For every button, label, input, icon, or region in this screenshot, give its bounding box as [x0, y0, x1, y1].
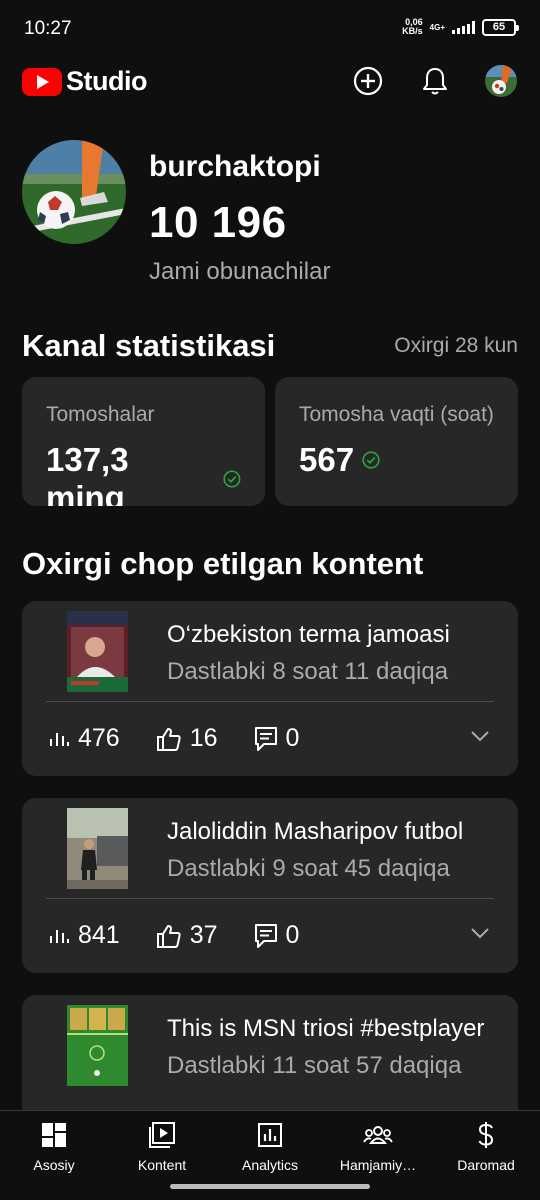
battery-level: 65	[492, 21, 506, 33]
stat-value: 137,3 ming	[46, 441, 129, 506]
channel-avatar[interactable]	[22, 140, 126, 244]
signal-icon	[452, 20, 475, 34]
dollar-icon	[478, 1122, 494, 1148]
nav-item-earn[interactable]: Daromad	[432, 1121, 540, 1173]
views-count: 476	[78, 724, 120, 752]
divider	[46, 898, 494, 899]
video-period: Dastlabki 8 soat 11 daqiqa	[167, 658, 449, 685]
nav-item-analytics[interactable]: Analytics	[216, 1121, 324, 1173]
video-thumbnail	[67, 808, 128, 889]
latest-content-title: Oxirgi chop etilgan kontent	[22, 546, 424, 581]
channel-name: burchaktopi	[149, 150, 321, 183]
nav-label: Daromad	[457, 1157, 515, 1173]
video-metrics: 841 37 0	[48, 921, 335, 950]
check-circle-icon	[223, 470, 241, 488]
video-title: O‘zbekiston terma jamoasi	[167, 621, 450, 648]
dashboard-icon	[42, 1123, 66, 1147]
views-bars-icon	[50, 929, 69, 943]
status-icons: 0,06 KB/s 4G+ 65	[402, 18, 519, 36]
comment-icon	[254, 923, 277, 948]
logo-text: Studio	[66, 66, 147, 96]
comments-metric: 0	[254, 921, 300, 950]
divider	[46, 701, 494, 702]
create-button[interactable]	[352, 65, 384, 97]
views-metric: 476	[48, 724, 120, 753]
stat-label: Tomoshalar	[46, 403, 155, 426]
account-avatar[interactable]	[485, 65, 517, 97]
views-bars-icon	[50, 732, 69, 746]
chevron-down-icon[interactable]	[470, 729, 490, 743]
video-period: Dastlabki 11 soat 57 daqiqa	[167, 1052, 462, 1079]
views-count: 841	[78, 921, 120, 949]
check-circle-icon	[362, 451, 380, 469]
comments-count: 0	[285, 921, 300, 949]
battery-icon: 65	[482, 18, 519, 36]
subscriber-label: Jami obunachilar	[149, 258, 331, 285]
stats-period: Oxirgi 28 kun	[394, 334, 518, 357]
notifications-button[interactable]	[419, 65, 451, 97]
subscriber-count: 10 196	[149, 198, 287, 247]
video-thumbnail	[67, 611, 128, 692]
video-thumbnail	[67, 1005, 128, 1086]
network-type: 4G+	[429, 22, 445, 32]
youtube-logo-icon	[22, 67, 62, 96]
video-card[interactable]: Jaloliddin Masharipov futbol Dastlabki 9…	[22, 798, 518, 973]
channel-avatar-image	[22, 140, 126, 244]
comments-count: 0	[285, 724, 300, 752]
thumbs-up-icon	[156, 924, 181, 948]
analytics-icon	[258, 1123, 282, 1147]
video-title: Jaloliddin Masharipov futbol	[167, 818, 464, 845]
comments-metric: 0	[254, 724, 300, 753]
network-speed: 0,06 KB/s	[402, 18, 423, 36]
video-card[interactable]: O‘zbekiston terma jamoasi Dastlabki 8 so…	[22, 601, 518, 776]
thumbs-up-icon	[156, 727, 181, 751]
stat-value: 567	[299, 441, 355, 478]
status-time: 10:27	[24, 18, 72, 39]
video-title: This is MSN triosi #bestplayer	[167, 1015, 485, 1042]
nav-item-dashboard[interactable]: Asosiy	[0, 1121, 108, 1173]
likes-count: 37	[189, 921, 218, 949]
channel-stats-title: Kanal statistikasi	[22, 328, 276, 363]
views-metric: 841	[48, 921, 120, 950]
nav-label: Hamjamiy…	[339, 1157, 417, 1173]
status-bar: 10:27 0,06 KB/s 4G+ 65	[0, 0, 540, 56]
nav-item-content[interactable]: Kontent	[108, 1121, 216, 1173]
chevron-down-icon[interactable]	[470, 926, 490, 940]
nav-label: Asosiy	[33, 1157, 75, 1173]
home-indicator[interactable]	[170, 1184, 370, 1189]
nav-item-community[interactable]: Hamjamiy…	[324, 1121, 432, 1173]
video-metrics: 476 16 0	[48, 724, 335, 753]
likes-metric: 16	[156, 724, 218, 753]
community-icon	[363, 1126, 393, 1144]
nav-label: Analytics	[241, 1157, 299, 1173]
likes-count: 16	[189, 724, 218, 752]
nav-label: Kontent	[137, 1157, 187, 1173]
app-bar: Studio	[0, 56, 540, 106]
comment-icon	[254, 726, 277, 751]
likes-metric: 37	[156, 921, 218, 950]
video-period: Dastlabki 9 soat 45 daqiqa	[167, 855, 450, 882]
account-avatar-image	[485, 65, 517, 97]
network-speed-unit: KB/s	[402, 26, 423, 36]
content-play-icon	[149, 1122, 175, 1148]
stat-card-views[interactable]: Tomoshalar 137,3 ming	[22, 377, 265, 506]
create-plus-icon	[353, 66, 383, 96]
stat-card-watch-time[interactable]: Tomosha vaqti (soat) 567	[275, 377, 518, 506]
notifications-bell-icon	[423, 68, 447, 95]
stat-label: Tomosha vaqti (soat)	[299, 403, 494, 426]
youtube-studio-logo[interactable]: Studio	[22, 66, 147, 97]
